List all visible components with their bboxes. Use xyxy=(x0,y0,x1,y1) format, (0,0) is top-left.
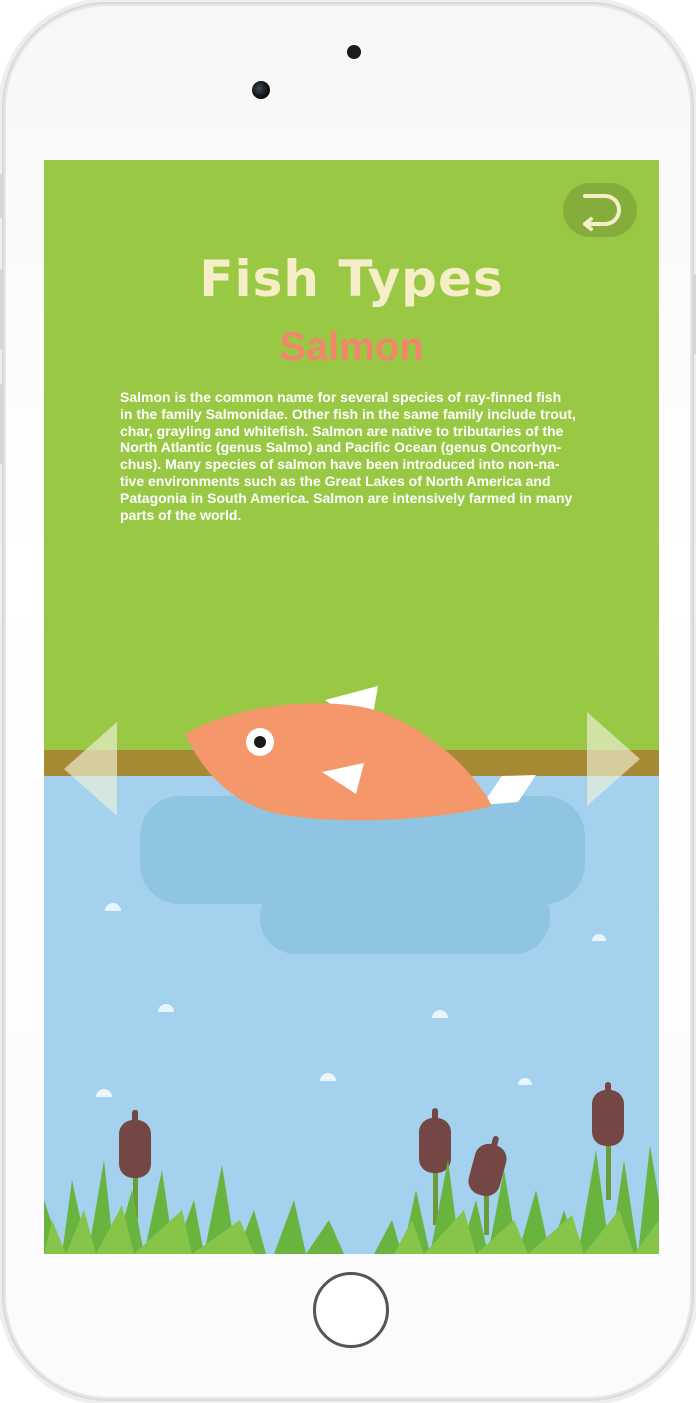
back-arrow-icon xyxy=(583,194,621,231)
next-fish-right-arrow-icon[interactable] xyxy=(587,712,640,806)
description-line: char, grayling and whitefish. Salmon are… xyxy=(120,422,564,439)
description-line: Salmon is the common name for several sp… xyxy=(120,389,562,405)
mute-switch xyxy=(0,174,4,218)
volume-up-button xyxy=(0,269,4,349)
description-line: parts of the world. xyxy=(120,506,242,523)
prev-fish-left-arrow-icon[interactable] xyxy=(64,722,117,816)
description-line: tive environments such as the Great Lake… xyxy=(120,472,551,489)
page-title: Fish Types xyxy=(199,250,504,308)
home-button[interactable] xyxy=(313,1272,389,1348)
description-line: chus). Many species of salmon have been … xyxy=(120,456,560,473)
back-button[interactable] xyxy=(563,183,637,237)
description-line: North Atlantic (genus Salmo) and Pacific… xyxy=(120,439,562,456)
description-line: in the family Salmonidae. Other fish in … xyxy=(120,405,576,422)
power-button xyxy=(692,274,696,354)
earpiece-icon xyxy=(347,45,361,59)
app-screen: Fish Types Salmon Salmon is the common n… xyxy=(44,160,659,1254)
fish-name-heading: Salmon xyxy=(279,325,424,369)
volume-down-button xyxy=(0,384,4,464)
fish-description: Salmon is the common name for several sp… xyxy=(120,389,608,523)
water-shadow xyxy=(260,880,550,954)
front-camera-icon xyxy=(252,81,270,99)
description-line: Patagonia in South America. Salmon are i… xyxy=(120,489,573,506)
